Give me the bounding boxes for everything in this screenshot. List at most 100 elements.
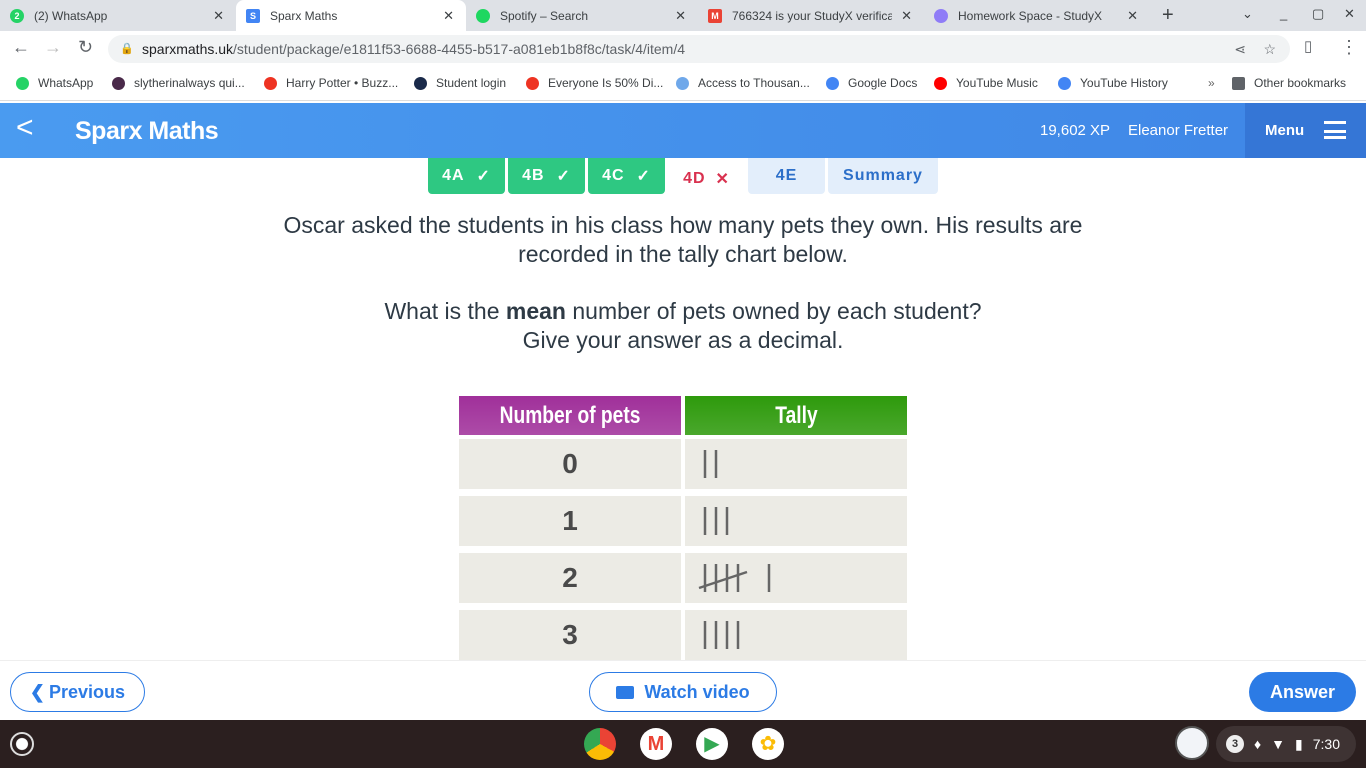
tally-cell	[685, 496, 907, 546]
forward-icon[interactable]: →	[44, 37, 62, 58]
chrome-icon[interactable]	[584, 728, 616, 760]
favicon-icon	[934, 8, 948, 23]
tally-marks	[698, 564, 771, 592]
task-tab-4b[interactable]: 4B ✓	[508, 158, 585, 194]
bookmark-favicon-icon	[1058, 76, 1071, 90]
favicon-icon: 2	[10, 8, 24, 23]
gmail-icon[interactable]: M	[640, 728, 672, 760]
restore-icon[interactable]: ▢	[1312, 6, 1324, 22]
browser-tab[interactable]: S Sparx Maths ✕	[236, 0, 466, 31]
cross-icon: ✕	[715, 171, 730, 188]
address-bar-row: ← → ↻ 🔒 sparxmaths.uk/student/package/e18…	[0, 31, 1366, 66]
bookmark-item[interactable]: YouTube History	[1058, 76, 1168, 90]
hamburger-icon	[1324, 121, 1346, 139]
more-icon[interactable]: ⋮	[1340, 37, 1358, 58]
question-line: Give your answer as a decimal.	[522, 327, 844, 353]
chevron-icon[interactable]: »	[1208, 76, 1215, 90]
bookmark-favicon-icon	[264, 76, 277, 90]
star-icon[interactable]: ☆	[1263, 35, 1276, 63]
task-tab-4c[interactable]: 4C ✓	[588, 158, 665, 194]
task-tab-summary[interactable]: Summary	[828, 158, 938, 194]
pets-cell: 0	[459, 439, 681, 489]
video-icon	[616, 685, 635, 699]
stylus-icon: ♦	[1254, 736, 1262, 752]
battery-icon: ▮	[1295, 735, 1303, 752]
bookmark-favicon-icon	[16, 76, 29, 90]
tally-cell	[685, 610, 907, 660]
browser-tab[interactable]: Homework Space - StudyX ✕	[924, 0, 1150, 31]
favicon-icon: S	[246, 8, 260, 23]
bookmark-item[interactable]: Access to Thousan...	[676, 76, 810, 90]
pets-cell: 1	[459, 496, 681, 546]
wifi-icon: ▼	[1271, 736, 1286, 752]
app-title: Sparx Maths	[75, 117, 219, 145]
photos-icon[interactable]: ✿	[752, 728, 784, 760]
reload-icon[interactable]: ↻	[78, 37, 93, 58]
bookmark-item[interactable]: YouTube Music	[934, 76, 1038, 90]
bookmark-favicon-icon	[676, 76, 689, 90]
bookmark-item[interactable]: Google Docs	[826, 76, 917, 90]
launcher-icon[interactable]	[10, 732, 34, 756]
close-tab-icon[interactable]: ✕	[675, 8, 686, 24]
back-chevron-icon[interactable]: <	[16, 111, 34, 145]
minimize-icon[interactable]: _	[1280, 6, 1287, 21]
taskbar: M ▶ ✿ 3 ♦ ▼ ▮ 7:30	[0, 720, 1366, 768]
previous-button[interactable]: ❮ Previous	[10, 672, 145, 712]
tab-search-icon[interactable]: ⌄	[1242, 6, 1253, 22]
bookmarks-bar: » Other bookmarks WhatsApp slytherinalway…	[0, 66, 1366, 101]
check-icon: ✓	[636, 168, 651, 185]
browser-tab[interactable]: 2 (2) WhatsApp ✕	[0, 0, 236, 31]
close-tab-icon[interactable]: ✕	[1127, 8, 1138, 24]
bookmark-item[interactable]: slytherinalways qui...	[112, 76, 245, 90]
bookmark-favicon-icon	[414, 76, 427, 90]
browser-tab[interactable]: M 766324 is your StudyX verifica ✕	[698, 0, 924, 31]
close-tab-icon[interactable]: ✕	[443, 8, 454, 24]
bookmark-favicon-icon	[112, 76, 125, 90]
table-header: Number of pets	[459, 396, 681, 435]
answer-button[interactable]: Answer	[1249, 672, 1356, 712]
bookmark-item[interactable]: WhatsApp	[16, 76, 93, 90]
share-icon[interactable]: ⋖	[1234, 35, 1246, 63]
xp-count: 19,602 XP	[1040, 122, 1111, 139]
system-tray[interactable]: 3 ♦ ▼ ▮ 7:30	[1216, 726, 1356, 762]
pets-cell: 2	[459, 553, 681, 603]
bookmark-other[interactable]: Other bookmarks	[1232, 76, 1346, 90]
bookmark-item[interactable]: Harry Potter • Buzz...	[264, 76, 398, 90]
notification-count: 3	[1226, 735, 1245, 753]
bookmark-item[interactable]: Student login	[414, 76, 506, 90]
clock: 7:30	[1312, 736, 1340, 752]
favicon-icon	[476, 8, 490, 23]
chevron-left-icon: ❮	[29, 681, 46, 702]
screenshot-thumbnail[interactable]	[1175, 726, 1209, 760]
back-icon[interactable]: ←	[12, 37, 30, 58]
side-panel-icon[interactable]: ▯	[1304, 37, 1312, 55]
close-tab-icon[interactable]: ✕	[213, 8, 224, 24]
close-window-icon[interactable]: ✕	[1344, 6, 1355, 22]
bookmark-item[interactable]: Everyone Is 50% Di...	[526, 76, 663, 90]
close-tab-icon[interactable]: ✕	[901, 8, 912, 24]
folder-icon	[1232, 76, 1245, 90]
app-header: < Sparx Maths 19,602 XP Eleanor Fretter …	[0, 103, 1366, 158]
tally-marks	[703, 450, 718, 478]
question-line: What is the mean number of pets owned by…	[384, 298, 982, 324]
bookmark-favicon-icon	[934, 76, 947, 90]
url-input[interactable]: 🔒 sparxmaths.uk/student/package/e1811f53-…	[108, 35, 1290, 63]
bookmark-favicon-icon	[826, 76, 839, 90]
footer-bar: ❮ Previous Watch video Answer	[0, 660, 1366, 720]
watch-video-button[interactable]: Watch video	[589, 672, 777, 712]
tally-marks	[703, 621, 740, 649]
table-header: Tally	[685, 396, 907, 435]
menu-button[interactable]: Menu	[1245, 103, 1366, 158]
check-icon: ✓	[556, 168, 571, 185]
question-line: recorded in the tally chart below.	[518, 241, 848, 267]
task-tab-4e[interactable]: 4E	[748, 158, 825, 194]
task-tab-4a[interactable]: 4A ✓	[428, 158, 505, 194]
browser-tab-strip: 2 (2) WhatsApp ✕ S Sparx Maths ✕ Spotify – Sea…	[0, 0, 1366, 31]
user-name[interactable]: Eleanor Fretter	[1128, 122, 1228, 139]
play-store-icon[interactable]: ▶	[696, 728, 728, 760]
favicon-icon: M	[708, 8, 722, 23]
new-tab-icon[interactable]: +	[1162, 4, 1174, 27]
browser-tab[interactable]: Spotify – Search ✕	[466, 0, 698, 31]
tally-marks	[703, 507, 729, 535]
task-tab-4d[interactable]: 4D ✕	[668, 158, 745, 200]
